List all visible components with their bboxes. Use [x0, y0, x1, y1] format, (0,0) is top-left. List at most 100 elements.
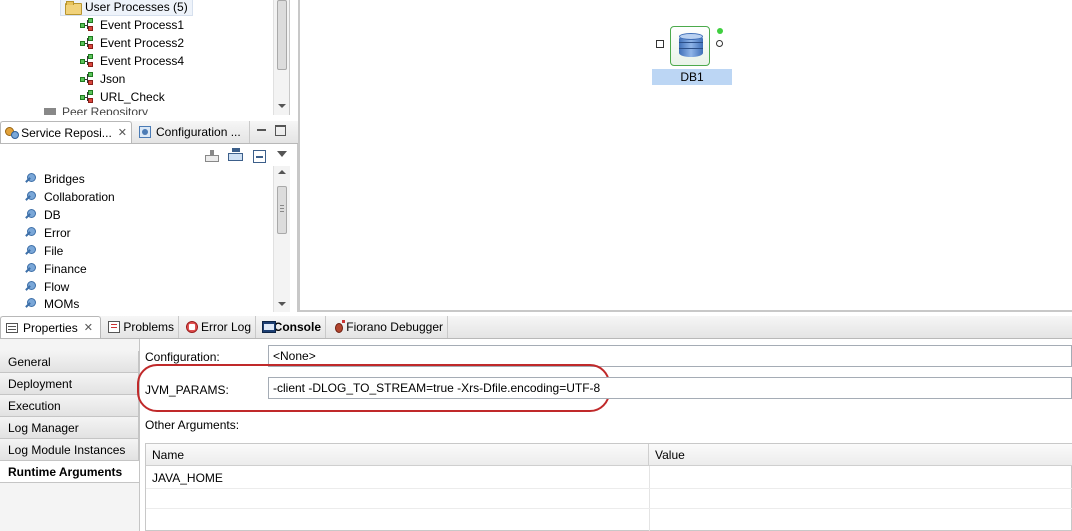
folder-icon — [65, 1, 82, 15]
tree-scrollbar[interactable] — [273, 0, 289, 115]
tree-item-label: Peer Repository — [62, 106, 149, 115]
tree-item-event-process1[interactable]: Event Process1 — [80, 16, 184, 34]
view-menu-icon[interactable] — [277, 151, 287, 157]
properties-panel: General Deployment Execution Log Manager… — [0, 339, 1072, 531]
scroll-down-icon[interactable] — [278, 302, 286, 306]
component-category-icon — [24, 281, 36, 293]
close-icon[interactable]: ✕ — [84, 321, 93, 334]
properties-tabbar: Properties ✕ Problems Error Log Console … — [0, 316, 1072, 339]
tab-console[interactable]: Console — [258, 316, 326, 338]
other-arguments-label: Other Arguments: — [145, 418, 240, 432]
status-indicator-icon — [717, 28, 723, 34]
service-item-db[interactable]: DB — [24, 206, 61, 224]
configuration-icon — [138, 125, 152, 139]
tree-item-event-process2[interactable]: Event Process2 — [80, 34, 184, 52]
event-process-icon — [80, 72, 94, 86]
input-port[interactable] — [656, 40, 664, 48]
event-process-icon — [80, 90, 94, 104]
row-divider — [146, 488, 1072, 489]
service-item-label: Flow — [44, 280, 70, 294]
component-category-icon — [24, 263, 36, 275]
tab-configuration[interactable]: Configuration ... — [134, 121, 250, 143]
close-icon[interactable]: ✕ — [118, 126, 127, 139]
error-log-icon — [185, 320, 198, 334]
process-canvas[interactable]: DB1 — [298, 0, 1072, 312]
console-icon — [262, 320, 276, 334]
service-item-bridges[interactable]: Bridges — [24, 170, 85, 188]
collapse-all-icon[interactable] — [253, 150, 266, 163]
output-port[interactable] — [716, 40, 723, 47]
node-label[interactable]: DB1 — [652, 69, 732, 85]
component-category-icon — [24, 191, 36, 203]
problems-icon — [107, 320, 120, 334]
tree-item-peer-repository[interactable]: Peer Repository — [44, 106, 148, 115]
service-item-finance[interactable]: Finance — [24, 260, 87, 278]
service-item-label: Finance — [44, 262, 87, 276]
tab-problems[interactable]: Problems — [103, 316, 179, 338]
export-icon[interactable] — [228, 148, 244, 162]
side-tab-deployment[interactable]: Deployment — [0, 373, 139, 395]
side-tab-execution[interactable]: Execution — [0, 395, 139, 417]
other-arguments-table[interactable]: Name Value JAVA_HOME — [145, 443, 1072, 531]
scrollbar-thumb[interactable] — [277, 0, 287, 70]
side-tab-log-module-instances[interactable]: Log Module Instances — [0, 439, 139, 461]
table-row[interactable]: JAVA_HOME — [146, 468, 649, 488]
component-category-icon — [24, 173, 36, 185]
tree-item-json[interactable]: Json — [80, 70, 125, 88]
tree-item-label: Json — [100, 72, 126, 86]
repository-icon — [44, 108, 56, 115]
service-item-collaboration[interactable]: Collaboration — [24, 188, 115, 206]
maximize-icon[interactable] — [275, 125, 286, 136]
process-tree-panel: User Processes (5) Event Process1 Event … — [0, 0, 290, 115]
service-item-moms[interactable]: MOMs — [24, 296, 79, 312]
jvm-params-input[interactable]: -client -DLOG_TO_STREAM=true -Xrs-Dfile.… — [268, 377, 1072, 399]
table-cell-name: JAVA_HOME — [152, 471, 223, 485]
column-header-value[interactable]: Value — [649, 444, 1072, 466]
service-item-flow[interactable]: Flow — [24, 278, 69, 296]
import-icon[interactable] — [205, 150, 219, 162]
event-process-icon — [80, 36, 94, 50]
service-item-file[interactable]: File — [24, 242, 63, 260]
properties-icon — [5, 321, 19, 335]
minimize-icon[interactable] — [256, 125, 267, 136]
tab-label: Problems — [123, 320, 174, 334]
tab-label: Fiorano Debugger — [346, 320, 443, 334]
tree-item-url-check[interactable]: URL_Check — [80, 88, 165, 106]
side-tab-runtime-arguments[interactable]: Runtime Arguments — [0, 461, 139, 483]
tab-properties[interactable]: Properties ✕ — [0, 316, 101, 338]
tab-label: Console — [273, 320, 321, 334]
tab-error-log[interactable]: Error Log — [181, 316, 256, 338]
tab-service-repository[interactable]: Service Reposi... ✕ — [0, 121, 132, 143]
properties-side-tabs: General Deployment Execution Log Manager… — [0, 339, 140, 531]
service-item-label: MOMs — [44, 297, 80, 311]
component-category-icon — [24, 298, 36, 310]
column-header-name[interactable]: Name — [146, 444, 649, 466]
service-item-label: File — [44, 244, 64, 258]
configuration-label: Configuration: — [145, 350, 220, 364]
tree-item-label: Event Process1 — [100, 18, 185, 32]
tab-label: Properties — [23, 320, 78, 335]
component-category-icon — [24, 227, 36, 239]
tab-label: Service Reposi... — [21, 125, 112, 140]
db-component-node[interactable] — [670, 26, 710, 66]
scroll-down-icon[interactable] — [278, 104, 286, 108]
service-item-label: Bridges — [44, 172, 85, 186]
service-scrollbar[interactable] — [273, 166, 290, 312]
tree-folder-user-processes[interactable]: User Processes (5) — [60, 0, 193, 16]
scrollbar-thumb[interactable] — [277, 186, 287, 234]
debugger-bug-icon — [332, 320, 345, 334]
scroll-up-icon[interactable] — [278, 170, 286, 174]
database-icon — [679, 33, 703, 59]
tab-fiorano-debugger[interactable]: Fiorano Debugger — [328, 316, 448, 338]
event-process-icon — [80, 54, 94, 68]
tree-item-label: Event Process4 — [100, 54, 185, 68]
side-tab-log-manager[interactable]: Log Manager — [0, 417, 139, 439]
side-tab-general[interactable]: General — [0, 351, 139, 373]
tab-label: Error Log — [200, 320, 251, 334]
tab-label: Configuration ... — [156, 125, 241, 139]
service-item-error[interactable]: Error — [24, 224, 71, 242]
component-category-icon — [24, 209, 36, 221]
table-cell-value[interactable] — [649, 468, 1072, 488]
tree-folder-label: User Processes (5) — [85, 0, 188, 14]
tree-item-event-process4[interactable]: Event Process4 — [80, 52, 184, 70]
